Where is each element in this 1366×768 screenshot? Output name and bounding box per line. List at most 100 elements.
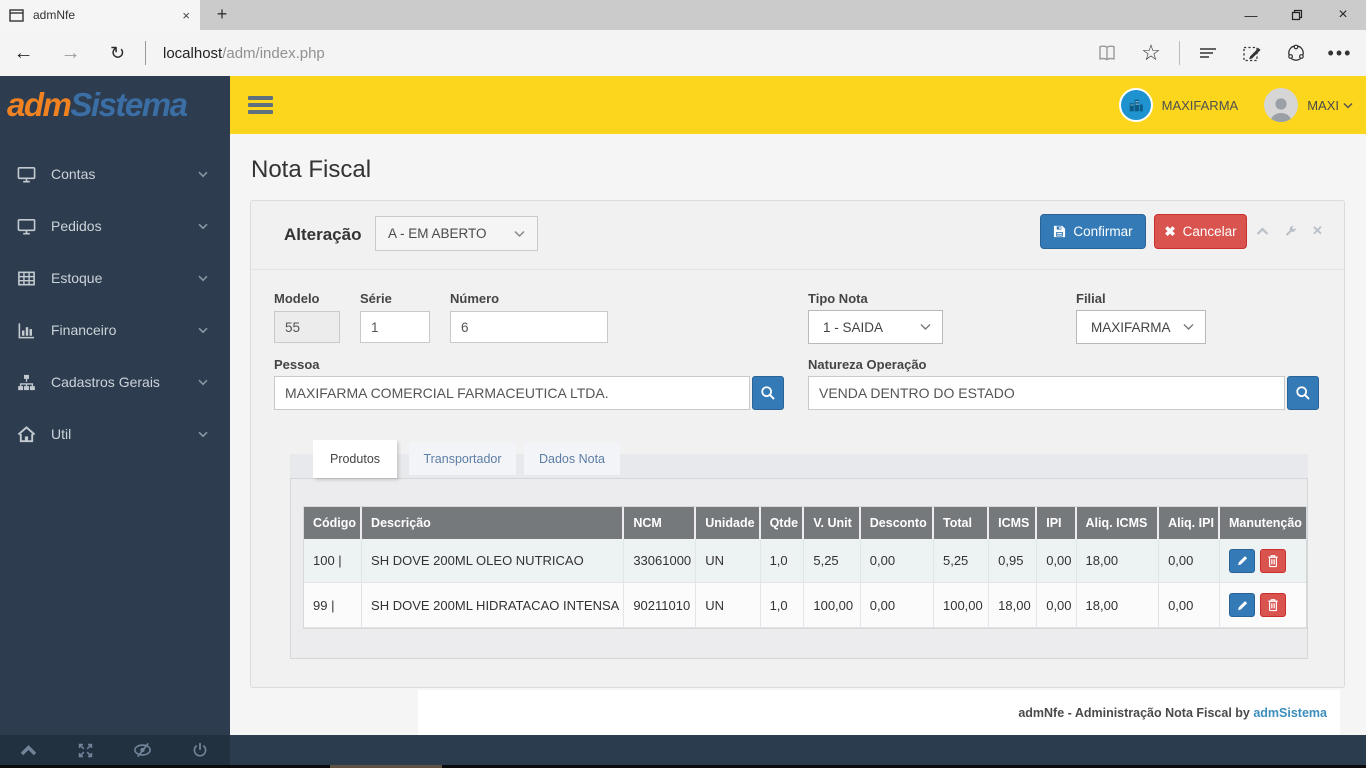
tab-dados-nota[interactable]: Dados Nota — [524, 442, 620, 475]
new-tab-button[interactable]: + — [200, 0, 244, 30]
chevron-up-icon[interactable] — [20, 744, 37, 756]
tipo-nota-label: Tipo Nota — [808, 291, 868, 306]
natureza-label: Natureza Operação — [808, 357, 927, 372]
cancel-button[interactable]: ✖ Cancelar — [1154, 214, 1247, 249]
sidebar-item-cadastros-gerais[interactable]: Cadastros Gerais — [0, 356, 230, 408]
eye-slash-icon[interactable] — [133, 742, 152, 758]
sidebar-item-util[interactable]: Util — [0, 408, 230, 460]
pessoa-search-button[interactable] — [752, 376, 784, 410]
column-header: IPI — [1037, 507, 1077, 539]
sitemap-icon — [17, 373, 36, 392]
filial-select[interactable]: MAXIFARMA — [1076, 310, 1206, 344]
delete-row-button[interactable] — [1260, 548, 1287, 573]
power-icon[interactable] — [192, 742, 208, 758]
confirm-button[interactable]: Confirmar — [1040, 214, 1146, 249]
modelo-field: 55 — [274, 311, 340, 343]
column-header: Código — [304, 507, 363, 539]
share-icon[interactable] — [1276, 37, 1316, 69]
reading-view-icon — [1087, 37, 1127, 69]
panel-tools: ✕ — [1256, 223, 1323, 239]
minimize-button[interactable]: — — [1228, 0, 1274, 30]
address-bar[interactable]: localhost/adm/index.php — [163, 45, 325, 62]
app-topbar: MAXIFARMA MAXI — [230, 76, 1366, 134]
more-options-icon[interactable]: ••• — [1320, 37, 1360, 69]
remove-icon[interactable]: ✕ — [1312, 223, 1323, 239]
refresh-icon[interactable]: ↻ — [94, 43, 141, 64]
hub-icon[interactable] — [1188, 37, 1228, 69]
restore-button[interactable] — [1274, 0, 1320, 30]
web-note-icon[interactable] — [1232, 37, 1272, 69]
column-header: ICMS — [989, 507, 1038, 539]
table-cell: 90211010 — [624, 583, 697, 628]
column-header: Desconto — [860, 507, 934, 539]
products-tab-pane: Código Descrição NCM Unidade Qtde V. Unit Desc… — [290, 478, 1308, 659]
natureza-field[interactable]: VENDA DENTRO DO ESTADO — [808, 376, 1285, 410]
hamburger-menu-icon[interactable] — [248, 96, 273, 114]
status-select[interactable]: A - EM ABERTO — [375, 216, 538, 251]
chevron-down-icon — [1183, 323, 1194, 331]
browser-toolbar: ← → ↻ localhost/adm/index.php ☆ ••• — [0, 30, 1366, 76]
edit-row-button[interactable] — [1229, 593, 1256, 617]
forward-icon: → — [60, 41, 81, 64]
table-icon — [17, 269, 36, 288]
tab-close-icon[interactable]: × — [182, 8, 190, 23]
screen: admNfe × + — × ← → ↻ localhost/adm/index… — [0, 0, 1366, 768]
tab-transportador[interactable]: Transportador — [409, 442, 516, 475]
confirm-label: Confirmar — [1073, 224, 1133, 239]
content-area: Nota Fiscal Alteração A - EM ABERTO Conf… — [230, 134, 1366, 735]
company-badge-icon[interactable] — [1118, 88, 1153, 122]
delete-row-button[interactable] — [1260, 593, 1287, 617]
home-icon — [17, 425, 36, 444]
user-menu-caret-icon[interactable] — [1343, 102, 1353, 109]
close-button[interactable]: × — [1320, 0, 1366, 30]
status-strip — [230, 735, 1366, 765]
column-header: Descrição — [362, 507, 625, 539]
table-cell: 100,00 — [804, 583, 861, 628]
table-cell: 18,00 — [989, 583, 1038, 628]
filial-label: Filial — [1076, 291, 1106, 306]
pessoa-field[interactable]: MAXIFARMA COMERCIAL FARMACEUTICA LTDA. — [274, 376, 750, 410]
tab-title: admNfe — [33, 8, 76, 22]
chevron-down-icon — [198, 171, 208, 178]
edit-row-button[interactable] — [1229, 548, 1256, 573]
chevron-down-icon — [198, 327, 208, 334]
bar-chart-icon — [17, 321, 36, 340]
back-icon[interactable]: ← — [0, 42, 47, 65]
fullscreen-icon[interactable] — [77, 742, 94, 759]
natureza-search-button[interactable] — [1287, 376, 1319, 410]
table-row: 99 | SH DOVE 200ML HIDRATACAO INTENSA 9021… — [304, 583, 1306, 628]
collapse-icon[interactable] — [1256, 226, 1269, 236]
sidebar-item-pedidos[interactable]: Pedidos — [0, 200, 230, 252]
toolbar-divider — [1179, 41, 1180, 65]
sidebar-item-contas[interactable]: Contas — [0, 148, 230, 200]
user-avatar[interactable] — [1264, 88, 1299, 122]
browser-tab[interactable]: admNfe × — [0, 0, 200, 30]
table-cell: 0,00 — [1159, 583, 1221, 628]
tipo-nota-select[interactable]: 1 - SAIDA — [808, 310, 943, 344]
logo-part2: Sistema — [70, 86, 188, 123]
table-cell: 99 | — [304, 583, 363, 628]
sidebar: Contas Pedidos Estoque Financeiro Cadastros … — [0, 134, 230, 735]
column-header: V. Unit — [804, 507, 861, 539]
column-header: Aliq. IPI — [1159, 507, 1221, 539]
url-path: /adm/index.php — [222, 44, 325, 62]
footer-link[interactable]: admSistema — [1253, 706, 1327, 720]
save-icon — [1053, 225, 1066, 238]
row-actions — [1220, 583, 1306, 628]
serie-field[interactable]: 1 — [360, 311, 430, 343]
bottom-bar — [0, 735, 1366, 765]
tab-produtos[interactable]: Produtos — [313, 440, 397, 478]
sidebar-item-financeiro[interactable]: Financeiro — [0, 304, 230, 356]
desktop-icon — [17, 217, 36, 236]
page-title: Nota Fiscal — [251, 156, 372, 183]
app-header: adm Sistema MAXIFARMA MAXI — [0, 76, 1366, 134]
wrench-icon[interactable] — [1284, 225, 1297, 238]
company-name: MAXIFARMA — [1161, 97, 1239, 113]
url-host: localhost — [163, 44, 223, 62]
sidebar-item-estoque[interactable]: Estoque — [0, 252, 230, 304]
sidebar-item-label: Cadastros Gerais — [51, 374, 160, 390]
numero-field[interactable]: 6 — [450, 311, 608, 343]
search-icon — [1296, 386, 1310, 400]
favorites-star-icon[interactable]: ☆ — [1131, 37, 1171, 69]
search-icon — [761, 386, 775, 400]
